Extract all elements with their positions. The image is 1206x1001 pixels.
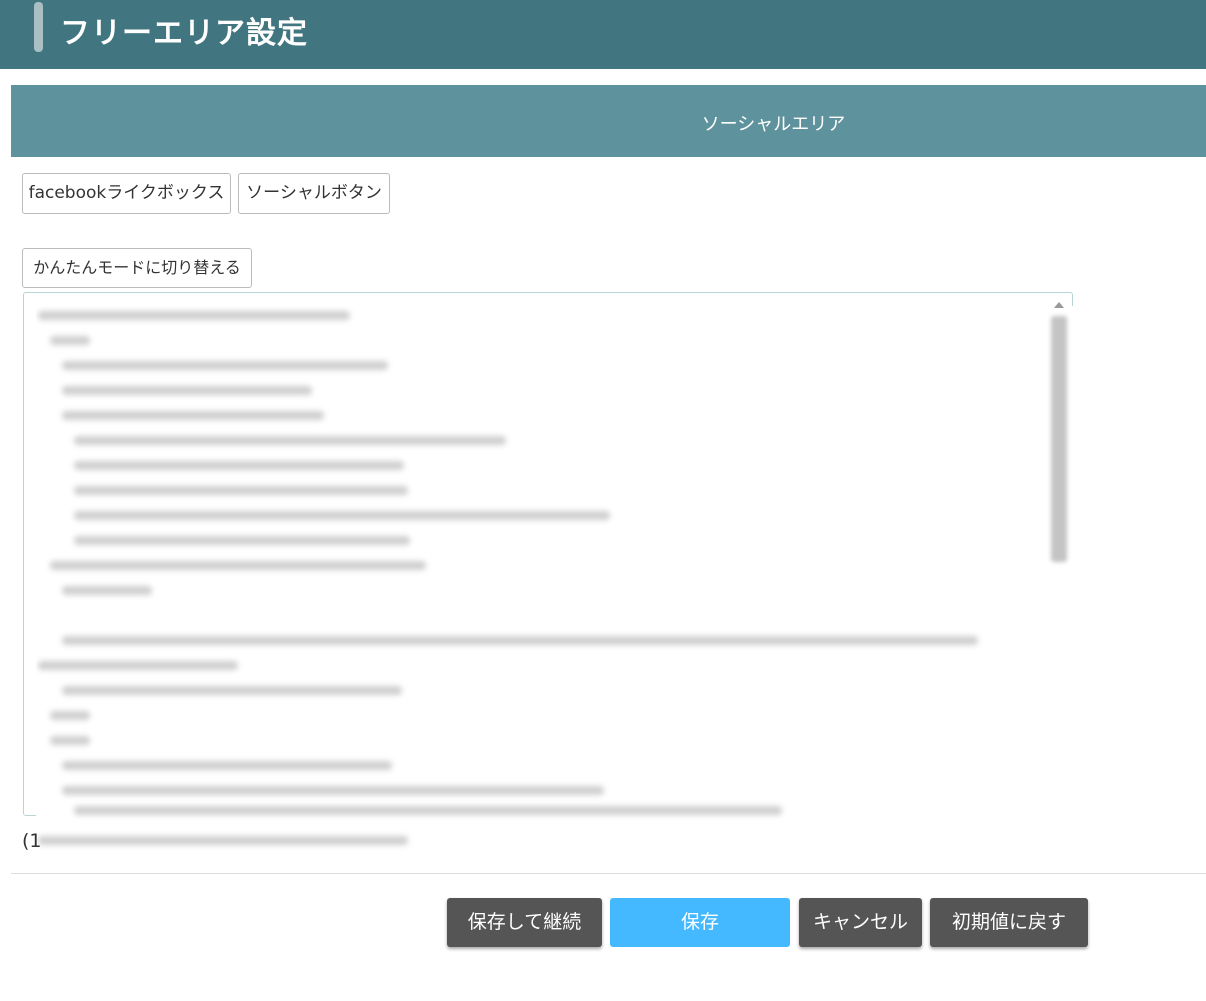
tab-facebook-likebox-label: facebookライクボックス	[28, 183, 225, 203]
section-title: ソーシャルエリア	[701, 114, 846, 135]
save-button[interactable]: 保存	[610, 898, 790, 947]
code-line	[62, 761, 392, 770]
code-line	[50, 561, 426, 570]
tab-social-buttons-label: ソーシャルボタン	[246, 183, 382, 203]
code-line	[62, 786, 604, 795]
editor-note: (1	[22, 830, 42, 852]
page-header: フリーエリア設定	[0, 0, 1206, 69]
save-and-continue-label: 保存して継続	[467, 911, 582, 933]
code-line	[62, 586, 152, 595]
code-line	[74, 486, 408, 495]
save-label: 保存	[680, 911, 719, 933]
cancel-label: キャンセル	[812, 911, 908, 933]
tab-facebook-likebox[interactable]: facebookライクボックス	[22, 173, 231, 214]
code-line	[62, 686, 402, 695]
tab-social-buttons[interactable]: ソーシャルボタン	[238, 173, 390, 214]
code-line	[38, 311, 350, 320]
code-line	[62, 636, 978, 645]
code-line	[50, 336, 90, 345]
code-line	[74, 436, 506, 445]
code-line	[62, 361, 388, 370]
reset-defaults-button[interactable]: 初期値に戻す	[930, 898, 1088, 947]
code-line	[50, 711, 90, 720]
code-line	[38, 836, 408, 845]
editor-scrollbar[interactable]	[1047, 300, 1071, 812]
code-line	[74, 511, 610, 520]
scroll-up-arrow-icon[interactable]	[1054, 302, 1064, 308]
header-accent-bar	[34, 2, 43, 52]
scroll-thumb[interactable]	[1051, 316, 1067, 562]
reset-defaults-label: 初期値に戻す	[951, 911, 1066, 933]
code-line	[74, 536, 410, 545]
page-title: フリーエリア設定	[60, 16, 308, 51]
switch-easy-mode-button[interactable]: かんたんモードに切り替える	[22, 248, 252, 288]
code-editor-content-blurred[interactable]	[36, 306, 1086, 862]
code-line	[62, 411, 324, 420]
switch-easy-mode-label: かんたんモードに切り替える	[33, 258, 241, 277]
save-and-continue-button[interactable]: 保存して継続	[447, 898, 602, 947]
code-line	[50, 736, 90, 745]
code-line	[38, 661, 238, 670]
divider	[11, 873, 1206, 874]
section-header: ソーシャルエリア	[11, 85, 1206, 157]
code-line	[74, 806, 782, 815]
code-line	[62, 386, 312, 395]
code-line	[74, 461, 404, 470]
cancel-button[interactable]: キャンセル	[799, 898, 922, 947]
